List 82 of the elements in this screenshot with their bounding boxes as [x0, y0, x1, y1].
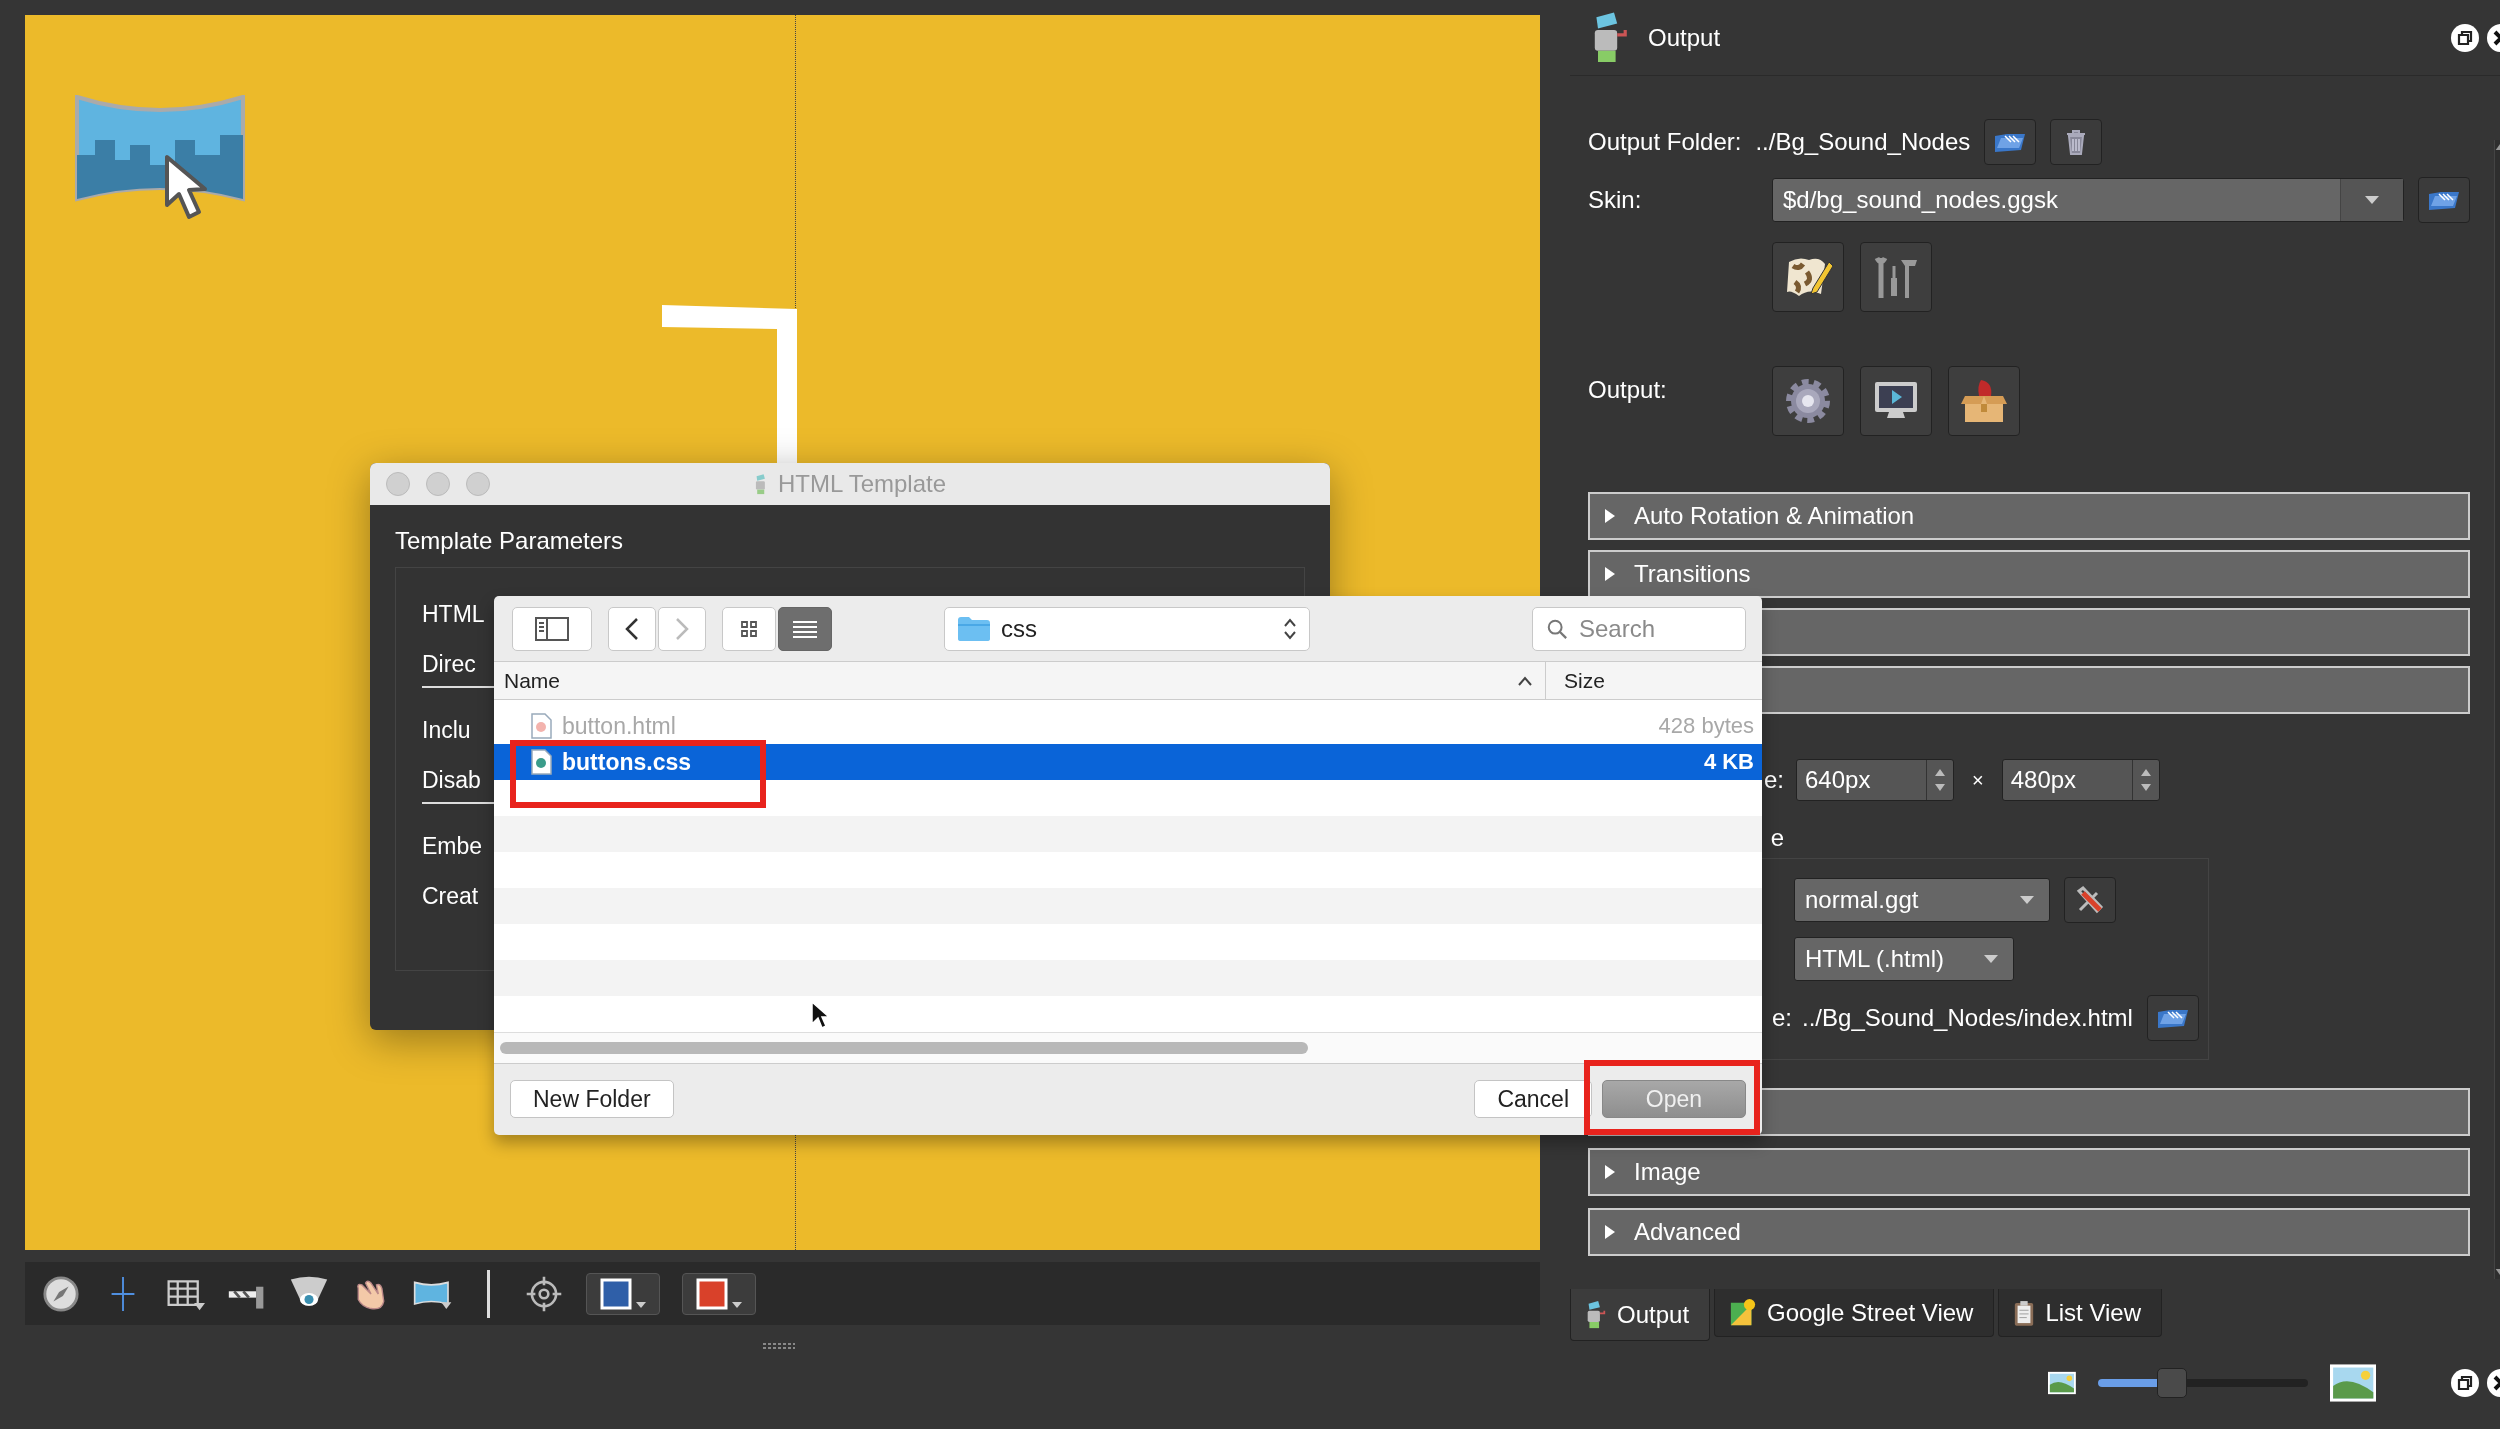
tools-button[interactable]	[1860, 242, 1932, 312]
large-image-icon	[2329, 1364, 2376, 1402]
sort-caret-icon	[1517, 675, 1533, 686]
field-label: Skin:	[1588, 186, 1643, 214]
height-spinbox[interactable]: 480px	[2001, 759, 2160, 801]
field-label: HTML	[422, 600, 485, 628]
column-header[interactable]: Size	[1546, 662, 1605, 699]
folder-path: ../Bg_Sound_Nodes	[1755, 128, 1971, 156]
icon-view-button[interactable]	[722, 606, 776, 651]
width-spinbox[interactable]: 640px	[1796, 759, 1954, 801]
panel-title: Output	[1648, 23, 1721, 52]
cursor-icon	[810, 1000, 830, 1030]
section-header[interactable]: Auto Rotation & Animation	[1588, 492, 2470, 540]
chevron-left-icon	[625, 616, 639, 641]
tab[interactable]: Google Street View	[1714, 1289, 1995, 1337]
cancel-button[interactable]: Cancel	[1474, 1080, 1592, 1119]
tab[interactable]: Output	[1570, 1289, 1711, 1341]
file-icon	[530, 713, 552, 739]
format-dropdown[interactable]: HTML (.html)	[1794, 937, 2014, 981]
sidebar-toggle-button[interactable]	[512, 606, 592, 651]
skin-editor-button[interactable]	[1772, 242, 1844, 312]
field-label: e:	[1772, 1004, 1792, 1032]
small-image-icon	[2048, 1371, 2076, 1395]
resize-grip-icon[interactable]	[762, 1343, 796, 1349]
caret-icon	[1983, 954, 1999, 964]
folder-icon	[957, 615, 991, 642]
file-icon	[530, 749, 552, 775]
column-header[interactable]: Name	[494, 662, 1546, 699]
back-button[interactable]	[608, 606, 656, 651]
file-row[interactable]: buttons.css 4 KB	[494, 744, 1762, 780]
section-header[interactable]: Image	[1588, 1148, 2470, 1196]
search-field[interactable]: Search	[1532, 606, 1746, 651]
list-view-button[interactable]	[778, 606, 832, 651]
settings-button[interactable]	[1772, 366, 1844, 436]
panorama-cursor-icon	[75, 95, 245, 220]
section-header[interactable]: Advanced	[1588, 1208, 2470, 1256]
open-folder-button[interactable]	[1984, 119, 2037, 165]
caret-icon	[2364, 195, 2380, 205]
field-label: Output Folder:	[1588, 128, 1742, 156]
skin-dropdown[interactable]: $d/bg_sound_nodes.ggsk	[1772, 178, 2404, 222]
tab[interactable]: List View	[1998, 1289, 2162, 1337]
zoom-slider[interactable]	[2097, 1368, 2308, 1398]
package-button[interactable]	[1948, 366, 2020, 436]
clipboard-icon	[2013, 1298, 2036, 1327]
search-icon	[1546, 617, 1568, 640]
section-heading: Template Parameters	[395, 527, 625, 555]
field-label: Inclu	[422, 716, 471, 744]
caret-icon	[2019, 895, 2035, 905]
open-folder-button[interactable]	[2418, 177, 2470, 223]
edit-template-button[interactable]	[2064, 877, 2116, 923]
gear-icon	[1783, 376, 1833, 426]
float-icon[interactable]	[2450, 22, 2480, 53]
list-icon	[792, 618, 818, 639]
field-label: Creat	[422, 882, 479, 910]
window-title: HTML Template	[777, 470, 947, 498]
new-folder-button[interactable]: New Folder	[510, 1080, 674, 1119]
field-label: Direc	[422, 650, 476, 678]
times-sign: ×	[1971, 768, 1985, 792]
color-picker-button[interactable]	[586, 1272, 660, 1315]
map-pin-icon	[1729, 1298, 1758, 1327]
field-label: Disab	[422, 766, 481, 794]
folder-dropdown[interactable]: css	[944, 606, 1310, 651]
sidebar-icon	[535, 616, 569, 641]
field-label: e:	[1763, 766, 1784, 794]
section-header[interactable]: Transitions	[1588, 550, 2470, 598]
color-picker-button[interactable]	[682, 1272, 756, 1315]
open-folder-button[interactable]	[2146, 995, 2199, 1041]
chevron-right-icon	[675, 616, 689, 641]
group-label: e	[1769, 824, 1784, 852]
delete-button[interactable]	[2050, 119, 2103, 165]
grinder-icon	[1585, 1300, 1607, 1329]
file-path: ../Bg_Sound_Nodes/index.html	[1802, 1004, 2133, 1032]
template-dropdown[interactable]: normal.ggt	[1794, 878, 2050, 922]
tools-icon	[2075, 885, 2105, 915]
preview-button[interactable]	[1860, 366, 1932, 436]
field-label: Embe	[422, 832, 483, 860]
grid-icon	[739, 618, 759, 639]
compass-icon[interactable]	[41, 1274, 81, 1313]
float-icon[interactable]	[2450, 1368, 2480, 1398]
field-label: Output:	[1588, 375, 1668, 404]
scrollbar-thumb[interactable]	[500, 1041, 1308, 1054]
target-icon[interactable]	[524, 1274, 564, 1313]
